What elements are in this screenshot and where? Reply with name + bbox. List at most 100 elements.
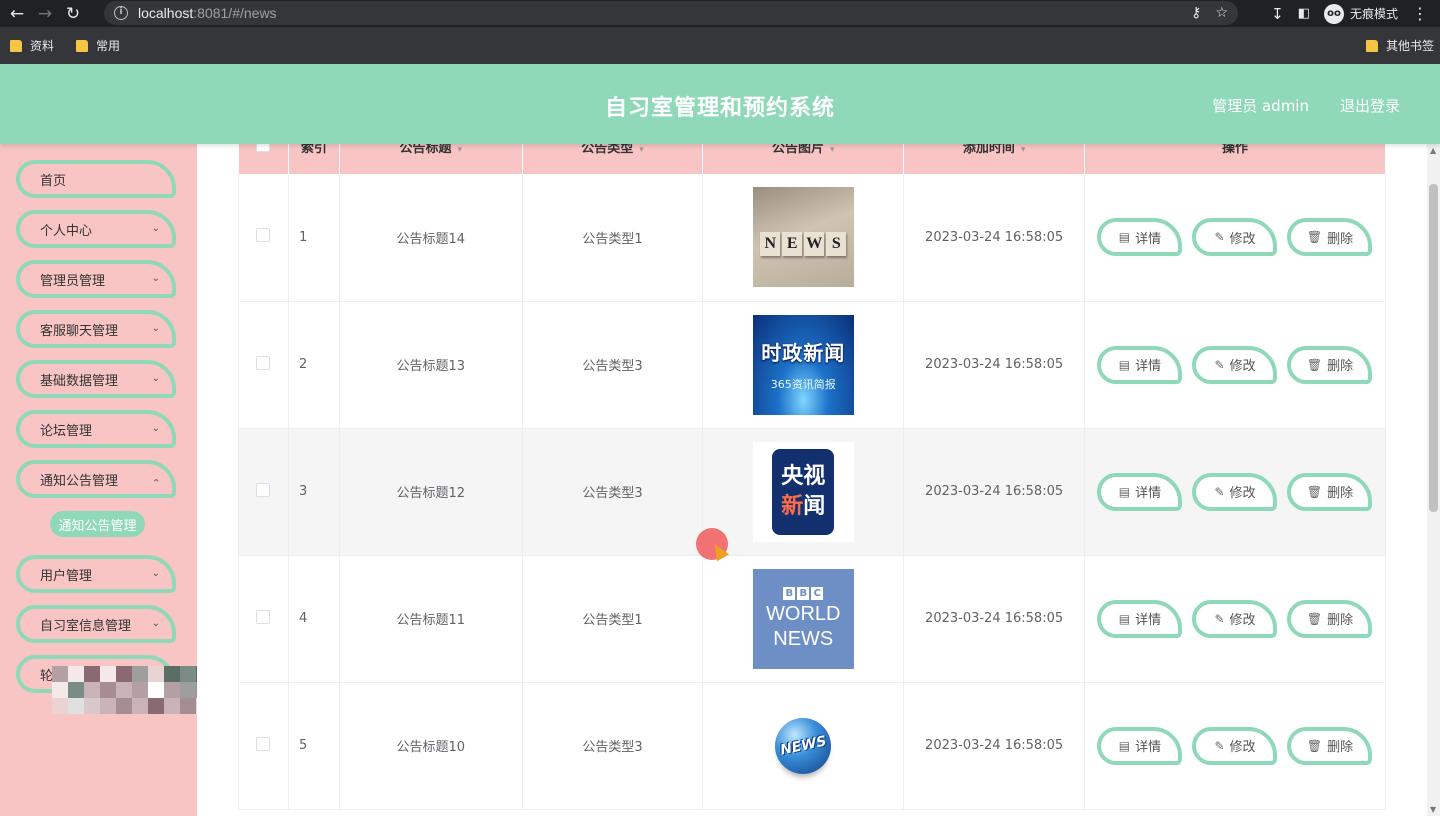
row-checkbox[interactable] — [256, 482, 271, 497]
back-icon[interactable]: ← — [6, 3, 28, 25]
key-icon[interactable]: ⚷ — [1191, 5, 1201, 21]
delete-button[interactable]: 🗑 删除 — [1287, 599, 1373, 638]
notice-image-shizheng[interactable]: 时政新闻 365资讯简报 — [752, 314, 854, 415]
row-type: 公告类型1 — [522, 555, 704, 683]
news-letter: S — [826, 232, 847, 257]
logout-button[interactable]: 退出登录 — [1340, 95, 1400, 116]
sidebar-item-users[interactable]: 用户管理 ⌄ — [16, 555, 176, 593]
pencil-icon: ✎ — [1214, 738, 1225, 753]
mosaic-cell — [100, 682, 116, 698]
detail-button[interactable]: ▤ 详情 — [1097, 726, 1183, 765]
notice-image-globe[interactable]: NEWS — [752, 695, 854, 796]
scrollbar-thumb[interactable] — [1429, 184, 1438, 512]
scroll-up-icon[interactable]: ▲ — [1430, 146, 1436, 155]
sort-icon[interactable]: ▾ — [830, 145, 835, 155]
row-time: 2023-03-24 16:58:05 — [903, 174, 1085, 302]
forward-icon[interactable]: → — [34, 3, 56, 25]
notice-image-bbc[interactable]: B B C WORLD NEWS — [752, 568, 854, 669]
sidebar-item-label: 管理员管理 — [40, 273, 106, 289]
row-checkbox[interactable] — [256, 355, 271, 370]
delete-button[interactable]: 🗑 删除 — [1287, 345, 1373, 384]
sidebar-item-chat[interactable]: 客服聊天管理 ⌄ — [16, 310, 176, 348]
bookmark-folder-changyong[interactable]: 常用 — [76, 37, 120, 54]
col-image[interactable]: 公告图片 ▾ — [702, 144, 905, 174]
sort-icon[interactable]: ▾ — [1021, 145, 1026, 155]
delete-button[interactable]: 🗑 删除 — [1287, 472, 1373, 511]
col-time[interactable]: 添加时间 ▾ — [903, 144, 1085, 174]
row-checkbox[interactable] — [256, 609, 271, 624]
row-index: 1 — [288, 174, 340, 302]
table-header-row: 索引 公告标题 ▾ 公告类型 ▾ 公告图片 ▾ 添加时间 ▾ 操作 — [238, 144, 1387, 174]
detail-button[interactable]: ▤ 详情 — [1097, 345, 1183, 384]
edit-button[interactable]: ✎ 修改 — [1192, 218, 1278, 257]
detail-button[interactable]: ▤ 详情 — [1097, 218, 1183, 257]
sort-icon[interactable]: ▾ — [457, 145, 462, 155]
select-all-checkbox[interactable] — [256, 144, 271, 152]
bookmark-folder-ziliao[interactable]: 资料 — [10, 37, 54, 54]
sort-icon[interactable]: ▾ — [639, 145, 644, 155]
sidebar-item-notice[interactable]: 通知公告管理 ⌄ — [16, 460, 176, 498]
detail-button[interactable]: ▤ 详情 — [1097, 472, 1183, 511]
document-icon: ▤ — [1118, 738, 1131, 753]
image-text: 新 — [781, 493, 804, 519]
row-title: 公告标题11 — [339, 555, 523, 683]
mosaic-cell — [84, 698, 100, 714]
trash-icon: 🗑 — [1306, 230, 1323, 245]
edit-button[interactable]: ✎ 修改 — [1192, 472, 1278, 511]
row-select — [238, 555, 289, 683]
star-icon[interactable]: ☆ — [1215, 5, 1228, 21]
page-scrollbar[interactable]: ▲ ▼ — [1427, 144, 1440, 816]
button-label: 修改 — [1229, 740, 1256, 755]
image-subtitle: 365资讯简报 — [770, 378, 836, 391]
row-title: 公告标题12 — [339, 428, 523, 556]
sidebar-item-basedata[interactable]: 基础数据管理 ⌄ — [16, 360, 176, 398]
edit-button[interactable]: ✎ 修改 — [1192, 345, 1278, 384]
address-bar[interactable]: i localhost:8081/#/news ⚷ ☆ — [104, 1, 1238, 25]
sidebar-subitem-notice[interactable]: 通知公告管理 — [50, 511, 145, 537]
delete-button[interactable]: 🗑 删除 — [1287, 218, 1373, 257]
sidebar-item-forum[interactable]: 论坛管理 ⌄ — [16, 410, 176, 448]
col-title[interactable]: 公告标题 ▾ — [339, 144, 523, 174]
sidebar-item-profile[interactable]: 个人中心 ⌄ — [16, 210, 176, 248]
sidebar: 首页 个人中心 ⌄ 管理员管理 ⌄ 客服聊天管理 ⌄ 基础数据管理 ⌄ 论坛管理… — [0, 144, 197, 816]
mosaic-cell — [52, 682, 68, 698]
reload-icon[interactable]: ↻ — [62, 3, 84, 25]
image-title: 时政新闻 — [761, 341, 846, 365]
row-checkbox[interactable] — [256, 228, 271, 243]
incognito-indicator[interactable]: oo 无痕模式 — [1323, 3, 1398, 24]
globe-icon: NEWS — [775, 717, 832, 774]
col-label: 公告类型 — [581, 144, 634, 156]
document-icon: ▤ — [1118, 357, 1131, 372]
col-type[interactable]: 公告类型 ▾ — [522, 144, 704, 174]
button-label: 修改 — [1229, 613, 1256, 628]
notice-image-news[interactable]: N E W S — [752, 187, 854, 288]
mosaic-cell — [116, 682, 132, 698]
sidebar-item-studyroom[interactable]: 自习室信息管理 ⌄ — [16, 605, 176, 643]
detail-button[interactable]: ▤ 详情 — [1097, 599, 1183, 638]
pencil-icon: ✎ — [1214, 357, 1225, 372]
image-text: NEWS — [778, 732, 828, 759]
sidepanel-icon[interactable]: ◧ — [1298, 6, 1310, 21]
pencil-icon: ✎ — [1214, 484, 1225, 499]
row-title: 公告标题10 — [339, 682, 523, 810]
edit-button[interactable]: ✎ 修改 — [1192, 726, 1278, 765]
incognito-label: 无痕模式 — [1349, 7, 1398, 21]
sidebar-item-label: 个人中心 — [40, 223, 93, 239]
col-label: 公告图片 — [771, 144, 824, 156]
delete-button[interactable]: 🗑 删除 — [1287, 726, 1373, 765]
other-bookmarks-label: 其他书签 — [1385, 39, 1434, 53]
mosaic-cell — [84, 682, 100, 698]
sidebar-item-admin[interactable]: 管理员管理 ⌄ — [16, 260, 176, 298]
menu-icon[interactable]: ⋮ — [1412, 4, 1428, 23]
row-checkbox[interactable] — [256, 736, 271, 751]
download-icon[interactable]: ↧ — [1271, 5, 1284, 23]
scroll-down-icon[interactable]: ▼ — [1430, 805, 1436, 814]
table-row: 3 公告标题12 公告类型3 央视 新闻 2023-03-24 16:58:05… — [238, 428, 1387, 556]
other-bookmarks[interactable]: 其他书签 — [1365, 27, 1434, 64]
edit-button[interactable]: ✎ 修改 — [1192, 599, 1278, 638]
col-label: 添加时间 — [962, 144, 1015, 156]
bbc-letter: C — [811, 587, 824, 600]
notice-image-cctv[interactable]: 央视 新闻 — [752, 441, 854, 542]
sidebar-item-home[interactable]: 首页 — [16, 160, 176, 198]
site-info-icon[interactable]: i — [114, 6, 128, 20]
